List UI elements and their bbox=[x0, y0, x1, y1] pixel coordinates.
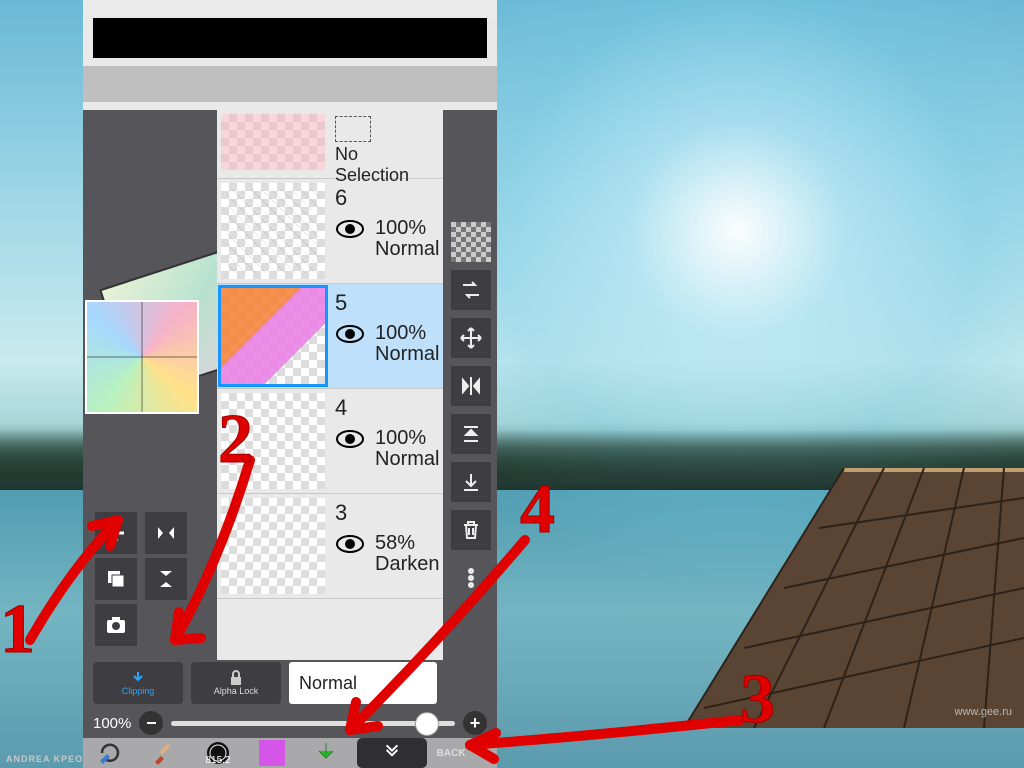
brush-size-button[interactable]: 815.2 bbox=[191, 738, 245, 768]
undo-brush-button[interactable] bbox=[83, 738, 137, 768]
opacity-minus-button[interactable]: − bbox=[139, 711, 163, 735]
brush-button[interactable] bbox=[137, 738, 191, 768]
layer-thumb bbox=[221, 288, 325, 384]
download-button[interactable] bbox=[299, 738, 353, 768]
wallpaper-pier bbox=[544, 468, 1024, 728]
mirror-icon[interactable] bbox=[451, 366, 491, 406]
alpha-lock-button[interactable]: Alpha Lock bbox=[191, 662, 281, 704]
lock-icon bbox=[228, 670, 244, 686]
layer-opacity: 58% bbox=[375, 532, 415, 555]
clipping-button[interactable]: Clipping bbox=[93, 662, 183, 704]
back-label: BACK bbox=[437, 748, 466, 759]
opacity-row: 100% − + bbox=[93, 710, 487, 736]
eye-icon[interactable] bbox=[335, 429, 365, 449]
layers-panel: No Selection 6 100% Normal bbox=[217, 110, 443, 660]
clipping-icon bbox=[129, 670, 147, 686]
credit-right: www.gee.ru bbox=[955, 706, 1012, 718]
left-tool-grid bbox=[93, 510, 193, 648]
eye-icon[interactable] bbox=[335, 324, 365, 344]
layer-opacity: 100% bbox=[375, 322, 426, 345]
brush-size-value: 815.2 bbox=[205, 755, 230, 766]
swap-icon[interactable] bbox=[451, 270, 491, 310]
layer-name: 5 bbox=[335, 290, 439, 316]
color-swatch-button[interactable] bbox=[245, 738, 299, 768]
layer-blendmode: Normal bbox=[375, 238, 439, 261]
layer-thumb bbox=[221, 498, 325, 594]
eye-icon[interactable] bbox=[335, 219, 365, 239]
collapse-button[interactable] bbox=[357, 738, 427, 768]
annotation-1: 1 bbox=[0, 590, 35, 670]
layer-opacity: 100% bbox=[375, 217, 426, 240]
duplicate-button[interactable] bbox=[95, 558, 137, 600]
alpha-lock-label: Alpha Lock bbox=[214, 686, 259, 696]
bottom-toolbar: 815.2 BACK bbox=[83, 738, 497, 768]
layer-opacity: 100% bbox=[375, 427, 426, 450]
layer-name: 6 bbox=[335, 185, 439, 211]
flip-h-button[interactable] bbox=[145, 512, 187, 554]
trash-icon[interactable] bbox=[451, 510, 491, 550]
layer-row-3[interactable]: 3 58% Darken bbox=[217, 494, 443, 599]
camera-button[interactable] bbox=[95, 604, 137, 646]
layer-row-5[interactable]: 5 100% Normal bbox=[217, 284, 443, 389]
layer-tools-column bbox=[451, 222, 491, 606]
merge-down-icon[interactable] bbox=[451, 414, 491, 454]
layer-blendmode: Normal bbox=[375, 448, 439, 471]
annotation-3: 3 bbox=[740, 660, 775, 740]
opacity-slider[interactable] bbox=[171, 721, 455, 726]
checker-icon[interactable] bbox=[451, 222, 491, 262]
slider-knob[interactable] bbox=[415, 712, 439, 736]
blend-mode-value: Normal bbox=[299, 673, 357, 694]
selection-marquee-icon bbox=[335, 116, 371, 142]
opacity-plus-button[interactable]: + bbox=[463, 711, 487, 735]
layer-thumb bbox=[221, 183, 325, 279]
color-swatch bbox=[259, 740, 285, 766]
selection-thumb bbox=[221, 114, 325, 170]
annotation-4: 4 bbox=[520, 470, 555, 550]
navigator-thumbnail[interactable] bbox=[85, 300, 199, 414]
move-icon[interactable] bbox=[451, 318, 491, 358]
drawing-app: No Selection 6 100% Normal bbox=[83, 110, 497, 768]
layer-name: 4 bbox=[335, 395, 439, 421]
phone-blackbar bbox=[93, 18, 487, 58]
phone-statusbar bbox=[83, 0, 497, 18]
selection-layer-row[interactable]: No Selection bbox=[217, 110, 443, 179]
clip-row: Clipping Alpha Lock Normal bbox=[93, 662, 437, 704]
back-button[interactable]: BACK bbox=[431, 738, 471, 768]
flip-v-button[interactable] bbox=[145, 558, 187, 600]
add-layer-button[interactable] bbox=[95, 512, 137, 554]
blend-mode-select[interactable]: Normal bbox=[289, 662, 437, 704]
eye-icon[interactable] bbox=[335, 534, 365, 554]
opacity-value: 100% bbox=[93, 715, 131, 732]
clipping-label: Clipping bbox=[122, 686, 155, 696]
layer-name: 3 bbox=[335, 500, 439, 526]
layer-blendmode: Darken bbox=[375, 553, 439, 576]
phone-frame: No Selection 6 100% Normal bbox=[83, 0, 497, 768]
annotation-2: 2 bbox=[218, 400, 253, 480]
layer-blendmode: Normal bbox=[375, 343, 439, 366]
phone-graybar bbox=[83, 66, 497, 102]
flatten-icon[interactable] bbox=[451, 462, 491, 502]
layer-row-6[interactable]: 6 100% Normal bbox=[217, 179, 443, 284]
more-icon[interactable] bbox=[451, 558, 491, 598]
